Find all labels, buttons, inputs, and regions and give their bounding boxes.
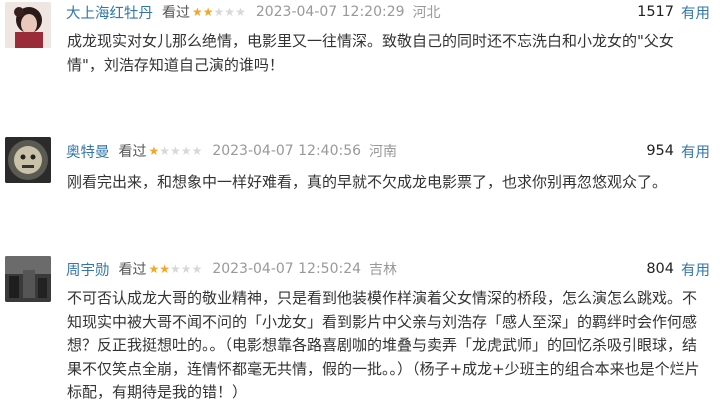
comment-date: 2023-04-07 12:20:29 xyxy=(255,4,405,20)
comment-meta: 大上海红牡丹 看过 ★ ★ ★ ★ ★ 2023-04-07 12:20:29 河北 xyxy=(66,1,441,23)
username-link[interactable]: 大上海红牡丹 xyxy=(66,2,153,23)
rating-stars: ★ ★ ★ ★ ★ xyxy=(192,6,246,18)
star-icon: ★ xyxy=(159,262,171,276)
avatar[interactable] xyxy=(5,2,51,48)
comment-date: 2023-04-07 12:40:56 xyxy=(212,143,362,159)
star-icon: ★ xyxy=(170,144,181,158)
comment-date: 2023-04-07 12:50:24 xyxy=(212,261,362,277)
vote-area: 804 有用 xyxy=(646,258,710,280)
vote-count: 1517 xyxy=(637,4,674,20)
avatar[interactable] xyxy=(5,137,51,183)
rating-stars: ★ ★ ★ ★ ★ xyxy=(149,263,203,275)
vote-area: 1517 有用 xyxy=(637,1,710,23)
star-icon: ★ xyxy=(192,5,203,19)
username-link[interactable]: 奥特曼 xyxy=(66,141,110,162)
star-icon: ★ xyxy=(202,5,214,19)
useful-button[interactable]: 有用 xyxy=(681,2,710,23)
star-icon: ★ xyxy=(180,144,192,158)
username-link[interactable]: 周宇勋 xyxy=(66,259,110,280)
watched-status: 看过 xyxy=(118,262,147,278)
star-icon: ★ xyxy=(170,262,181,276)
vote-count: 954 xyxy=(646,143,674,159)
star-icon: ★ xyxy=(180,262,192,276)
star-icon: ★ xyxy=(148,144,160,158)
watched-status: 看过 xyxy=(118,144,147,160)
comment-location: 吉林 xyxy=(369,262,398,278)
star-icon: ★ xyxy=(235,5,246,19)
star-icon: ★ xyxy=(148,262,160,276)
star-icon: ★ xyxy=(191,262,203,276)
avatar-image xyxy=(5,256,51,302)
avatar-image xyxy=(5,2,51,48)
watched-status: 看过 xyxy=(162,5,190,21)
star-icon: ★ xyxy=(224,5,236,19)
useful-button[interactable]: 有用 xyxy=(681,259,710,280)
rating-stars: ★ ★ ★ ★ ★ xyxy=(149,145,203,157)
comment-text: 刚看完出来，和想象中一样好难看，真的早就不欠成龙电影票了，也求你别再忽悠观众了。 xyxy=(67,173,668,191)
comment-meta: 周宇勋 看过 ★ ★ ★ ★ ★ 2023-04-07 12:50:24 吉林 xyxy=(66,258,397,280)
comment-meta: 奥特曼 看过 ★ ★ ★ ★ ★ 2023-04-07 12:40:56 河南 xyxy=(66,140,397,162)
vote-count: 804 xyxy=(646,261,674,277)
useful-button[interactable]: 有用 xyxy=(681,141,710,162)
star-icon: ★ xyxy=(213,5,225,19)
comment-text: 不可否认成龙大哥的敬业精神，只是看到他装模作样演着父女情深的桥段，怎么演怎么跳戏… xyxy=(67,289,700,401)
comment-text: 成龙现实对女儿那么绝情，电影里又一往情深。致敬自己的同时还不忘洗白和小龙女的"父… xyxy=(67,32,674,74)
vote-area: 954 有用 xyxy=(646,140,710,162)
avatar[interactable] xyxy=(5,256,51,302)
comment-location: 河北 xyxy=(412,5,441,21)
star-icon: ★ xyxy=(159,144,171,158)
comment-location: 河南 xyxy=(369,144,398,160)
avatar-image xyxy=(5,137,51,183)
star-icon: ★ xyxy=(191,144,203,158)
